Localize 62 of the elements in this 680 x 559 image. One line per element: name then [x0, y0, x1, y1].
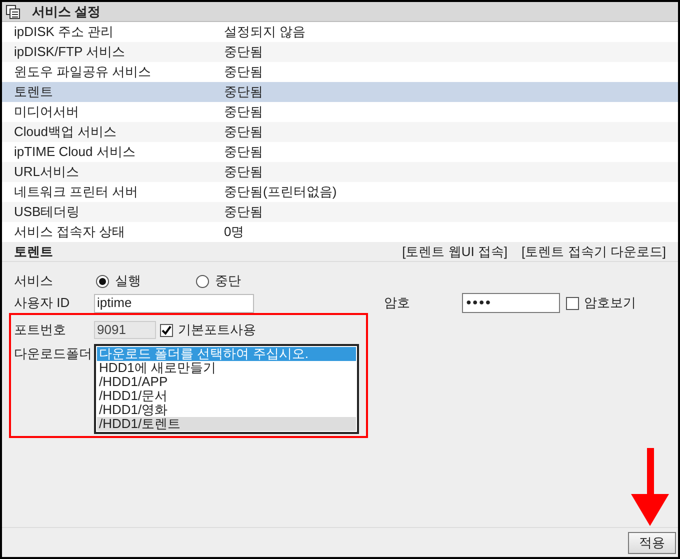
field-label: 암호 [384, 294, 411, 312]
folder-option[interactable]: /HDD1/문서 [97, 389, 356, 403]
service-status: 중단됨 [224, 123, 263, 142]
service-name: ipTIME Cloud 서비스 [14, 143, 136, 162]
service-row[interactable]: Cloud백업 서비스 중단됨 [2, 122, 678, 142]
service-name: 미디어서버 [14, 103, 80, 122]
service-name: 네트워크 프린터 서버 [14, 183, 140, 202]
folder-option[interactable]: /HDD1/APP [97, 375, 356, 389]
arrow-icon [630, 448, 670, 526]
port-field[interactable]: 9091 [94, 321, 156, 339]
password-field[interactable]: ●●●● [462, 293, 560, 313]
radio-button[interactable] [196, 274, 209, 288]
service-name: 토렌트 [14, 83, 54, 102]
panel-icon [6, 4, 20, 18]
checkbox-option[interactable]: 기본포트사용 [160, 320, 256, 340]
service-row[interactable]: USB테더링 중단됨 [2, 202, 678, 222]
service-status: 중단됨 [224, 83, 263, 102]
user-id-field[interactable]: iptime [94, 294, 254, 312]
service-row[interactable]: 미디어서버 중단됨 [2, 102, 678, 122]
service-row[interactable]: 서비스 접속자 상태 0명 [2, 222, 678, 242]
folder-option[interactable]: /HDD1/영화 [97, 403, 356, 417]
radio-option[interactable]: 실행 [96, 271, 196, 291]
service-status: 0명 [224, 223, 244, 242]
service-name: URL서비스 [14, 163, 80, 182]
service-name: Cloud백업 서비스 [14, 123, 118, 142]
service-status: 중단됨(프린터없음) [224, 183, 337, 202]
service-row[interactable]: ipDISK 주소 관리 설정되지 않음 [2, 22, 678, 42]
service-status: 중단됨 [224, 63, 263, 82]
service-status: 설정되지 않음 [224, 23, 306, 42]
service-row[interactable]: ipTIME Cloud 서비스 중단됨 [2, 142, 678, 162]
torrent-link[interactable]: [토렌트 웹UI 접속] [402, 242, 508, 262]
radio-option[interactable]: 중단 [196, 271, 296, 291]
checkbox[interactable] [160, 324, 173, 336]
service-status: 중단됨 [224, 143, 263, 162]
folder-option[interactable]: HDD1에 새로만들기 [97, 361, 356, 375]
service-status: 중단됨 [224, 103, 263, 122]
service-name: ipDISK 주소 관리 [14, 23, 115, 42]
service-row[interactable]: 윈도우 파일공유 서비스 중단됨 [2, 62, 678, 82]
service-status: 중단됨 [224, 163, 263, 182]
service-name: ipDISK/FTP 서비스 [14, 43, 126, 62]
service-name: 서비스 접속자 상태 [14, 223, 126, 242]
field-label: 서비스 [14, 272, 54, 290]
apply-button[interactable]: 적용 [628, 532, 676, 554]
checkbox-option[interactable]: 암호보기 [566, 293, 636, 313]
service-name: USB테더링 [14, 203, 81, 222]
service-status: 중단됨 [224, 43, 263, 62]
service-row[interactable]: 토렌트 중단됨 [2, 82, 678, 102]
radio-button[interactable] [96, 274, 109, 288]
folder-option[interactable]: /HDD1/토렌트 [97, 417, 356, 431]
service-status: 중단됨 [224, 203, 263, 222]
folder-listbox[interactable]: 다운로드 폴더를 선택하여 주십시오. HDD1에 새로만들기 /HDD1/APP /HDD1/문서 /HDD1/영화 /HDD1/토렌트 [94, 344, 359, 434]
field-label: 사용자 ID [14, 294, 71, 312]
torrent-title: 토렌트 [14, 242, 54, 261]
service-name: 윈도우 파일공유 서비스 [14, 63, 152, 82]
service-row[interactable]: 네트워크 프린터 서버 중단됨(프린터없음) [2, 182, 678, 202]
section-title: 서비스 설정 [32, 2, 101, 21]
field-label: 포트번호 [14, 321, 67, 340]
field-label: 다운로드폴더 [14, 345, 93, 363]
service-row[interactable]: URL서비스 중단됨 [2, 162, 678, 182]
torrent-link[interactable]: [토렌트 접속기 다운로드] [522, 242, 666, 262]
checkbox[interactable] [566, 296, 579, 310]
service-row[interactable]: ipDISK/FTP 서비스 중단됨 [2, 42, 678, 62]
